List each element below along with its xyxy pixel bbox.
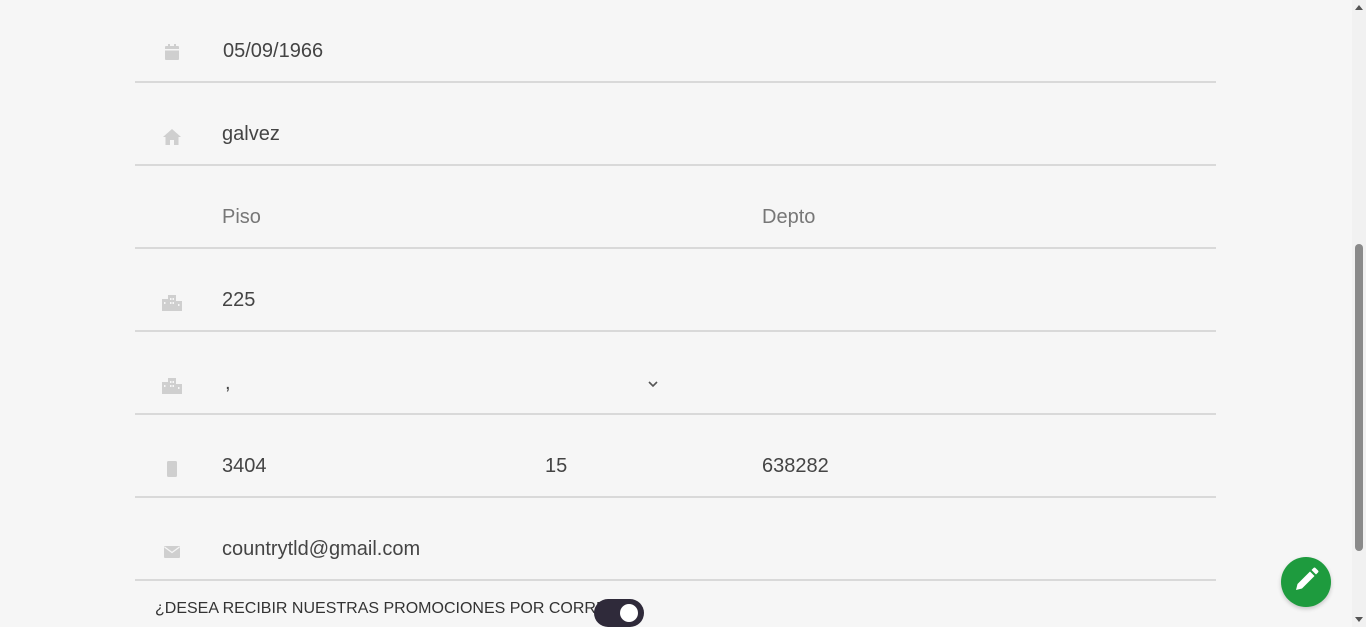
promotions-question: ¿DESEA RECIBIR NUESTRAS PROMOCIONES POR … [155, 600, 628, 617]
phone-number-input[interactable]: 638282 [762, 455, 829, 478]
number-row: 225 [135, 249, 1216, 332]
city-select[interactable]: , [225, 372, 231, 395]
phone-row: 3404 15 638282 [135, 415, 1216, 498]
email-input[interactable]: countrytld@gmail.com [222, 538, 420, 561]
phone-area-code-input[interactable]: 3404 [222, 455, 267, 478]
toggle-knob [620, 604, 638, 622]
chevron-down-icon[interactable] [647, 377, 659, 389]
number-input[interactable]: 225 [222, 289, 255, 312]
scroll-down-arrow[interactable] [1355, 617, 1363, 622]
profile-form: 05/09/1966 galvez Piso Depto 225 , 3404 … [135, 0, 1216, 581]
scroll-up-arrow[interactable] [1355, 5, 1363, 10]
birthdate-input[interactable]: 05/09/1966 [223, 40, 323, 63]
home-icon [162, 127, 182, 147]
street-input[interactable]: galvez [222, 123, 280, 146]
pencil-icon [1292, 566, 1320, 599]
email-row: countrytld@gmail.com [135, 498, 1216, 581]
envelope-icon [162, 542, 182, 562]
city-row: , [135, 332, 1216, 415]
building-icon [162, 293, 182, 313]
page-scrollbar[interactable] [1352, 0, 1366, 627]
edit-button[interactable] [1281, 557, 1331, 607]
profile-form-page: 05/09/1966 galvez Piso Depto 225 , 3404 … [0, 0, 1366, 627]
floor-input[interactable]: Piso [222, 206, 261, 229]
building-icon [162, 376, 182, 396]
promotions-toggle[interactable] [594, 599, 644, 627]
floor-apartment-row: Piso Depto [135, 166, 1216, 249]
scrollbar-thumb[interactable] [1355, 244, 1363, 551]
phone-prefix-input[interactable]: 15 [545, 455, 567, 478]
calendar-icon [162, 42, 182, 62]
mobile-icon [162, 459, 182, 479]
apartment-input[interactable]: Depto [762, 206, 815, 229]
street-row: galvez [135, 83, 1216, 166]
birthdate-row: 05/09/1966 [135, 0, 1216, 83]
